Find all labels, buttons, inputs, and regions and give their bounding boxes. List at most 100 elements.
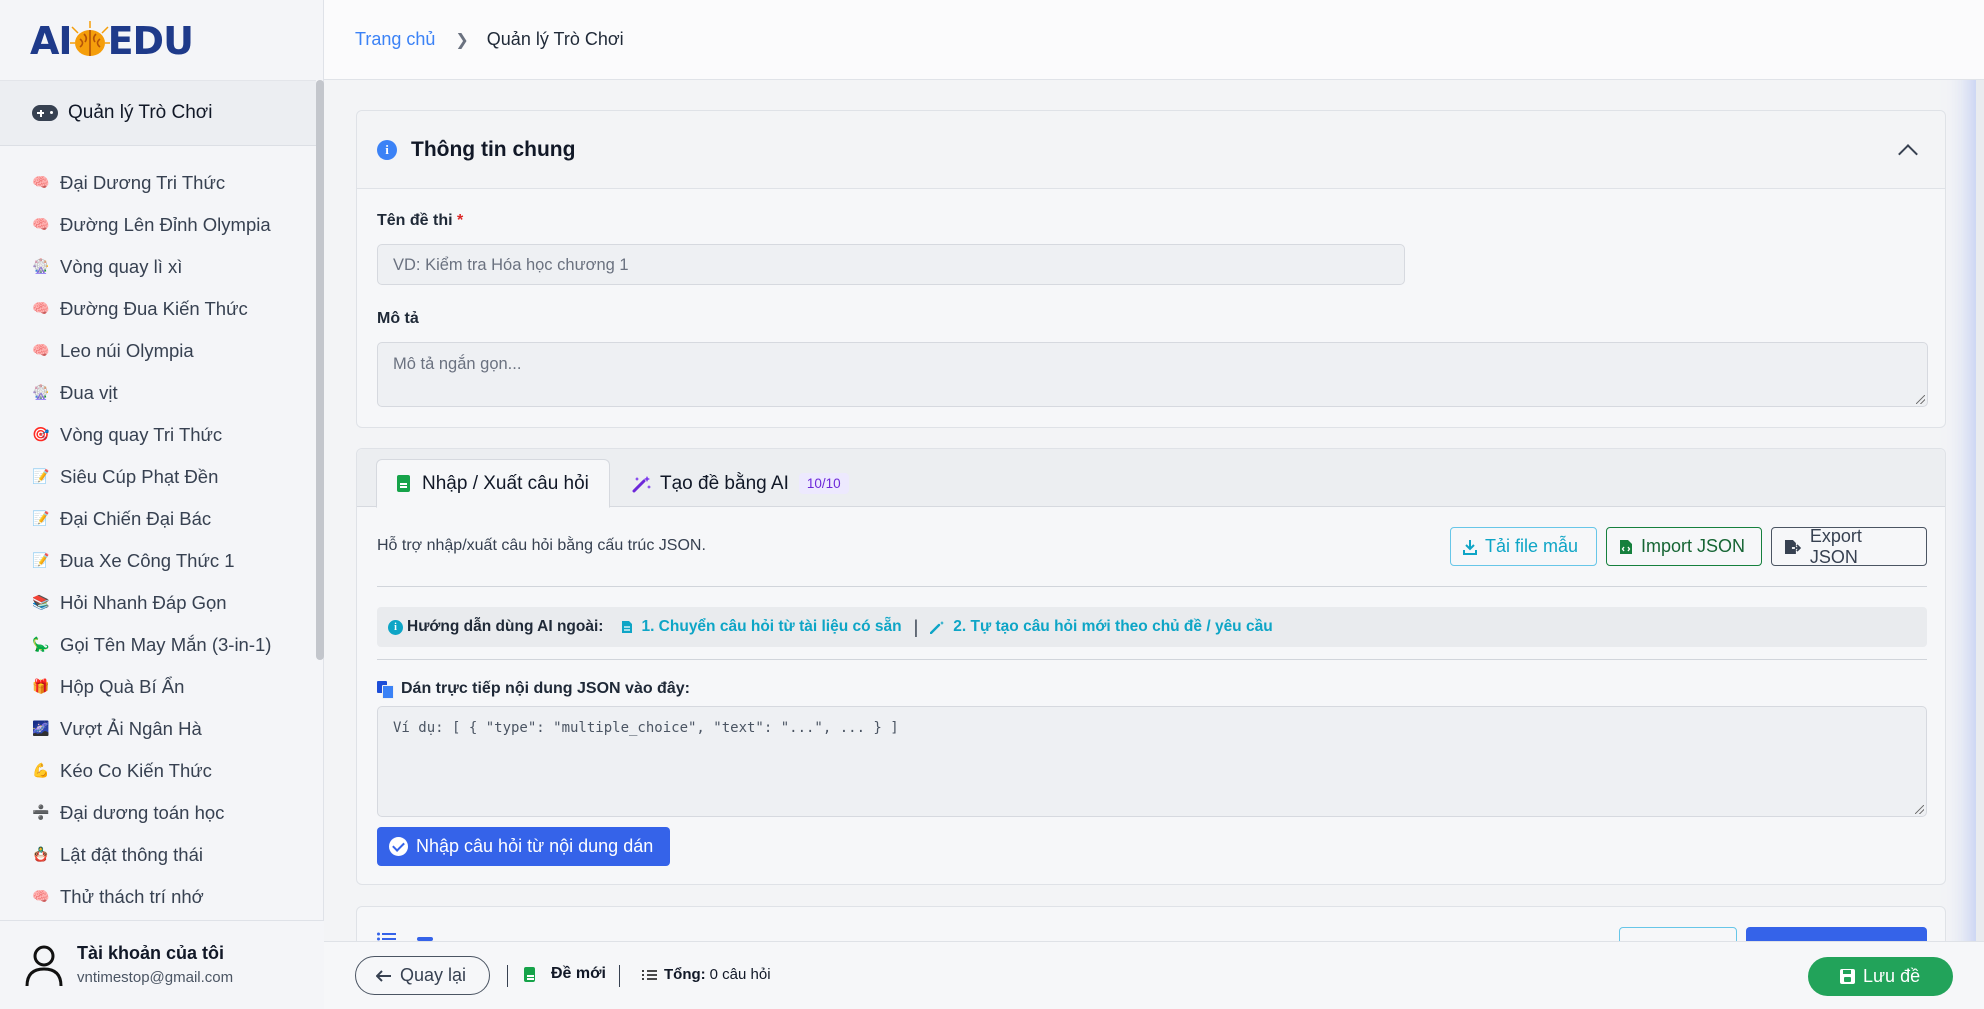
- sidebar-item-label: Đua Xe Công Thức 1: [60, 550, 235, 571]
- sidebar-item[interactable]: 🦕 Gọi Tên May Mắn (3-in-1): [0, 624, 316, 666]
- brain-logo-icon: [69, 21, 110, 56]
- paste-json-placeholder: Ví dụ: [ { "type": "multiple_choice", "t…: [393, 720, 899, 736]
- exam-name-label: Tên đề thi *: [377, 212, 463, 230]
- guide-link-generate[interactable]: 2. Tự tạo câu hỏi mới theo chủ đề / yêu …: [953, 618, 1272, 636]
- list-icon: [642, 969, 657, 980]
- tab-ai-generate[interactable]: Tạo đề bằng AI 10/10: [612, 459, 869, 508]
- sidebar-item[interactable]: 📝 Đua Xe Công Thức 1: [0, 540, 316, 582]
- ai-quota-badge: 10/10: [798, 473, 849, 494]
- sidebar-item[interactable]: 🎡 Vòng quay lì xì: [0, 246, 316, 288]
- chevron-up-icon[interactable]: [1898, 144, 1918, 164]
- brain-icon: 🧠: [32, 175, 50, 191]
- sidebar-item-label: Đường Lên Đỉnh Olympia: [60, 214, 271, 235]
- gamepad-icon: [32, 105, 58, 121]
- resize-handle-icon[interactable]: [1916, 395, 1925, 404]
- sidebar-item[interactable]: 💪 Kéo Co Kiến Thức: [0, 750, 316, 792]
- export-json-button[interactable]: Export JSON: [1771, 526, 1927, 567]
- magic-wand-icon: [930, 621, 945, 634]
- exam-name-label-text: Tên đề thi: [377, 212, 453, 229]
- general-info-header[interactable]: i Thông tin chung: [357, 111, 1945, 189]
- sidebar-header-label: Quản lý Trò Chơi: [68, 102, 213, 123]
- sidebar-item-label: Thử thách trí nhớ: [60, 886, 204, 907]
- back-button[interactable]: Quay lại: [355, 956, 490, 995]
- general-info-card: i Thông tin chung Tên đề thi * VD: Kiểm …: [356, 110, 1946, 428]
- divider: [507, 965, 508, 987]
- sidebar-item[interactable]: 📝 Đại Chiến Đại Bác: [0, 498, 316, 540]
- paste-json-textarea[interactable]: Ví dụ: [ { "type": "multiple_choice", "t…: [377, 706, 1927, 817]
- sidebar-item[interactable]: 🎯 Vòng quay Tri Thức: [0, 414, 316, 456]
- sidebar-item-label: Đua vịt: [60, 382, 118, 403]
- sidebar-item-label: Vòng quay lì xì: [60, 256, 183, 277]
- sidebar-item[interactable]: 🧠 Leo núi Olympia: [0, 330, 316, 372]
- wheel-icon: 🎡: [32, 385, 50, 401]
- memo-icon: 📝: [32, 469, 50, 485]
- doc-status-label: Đề mới: [551, 965, 606, 982]
- target-icon: 🎯: [32, 427, 50, 443]
- tab-import-export[interactable]: Nhập / Xuất câu hỏi: [376, 459, 610, 508]
- sidebar-item[interactable]: 🌌 Vượt Ải Ngân Hà: [0, 708, 316, 750]
- general-info-title: Thông tin chung: [411, 137, 576, 161]
- sidebar-item-label: Đại Dương Tri Thức: [60, 172, 226, 193]
- arrow-left-icon: [376, 969, 391, 982]
- import-pasted-label: Nhập câu hỏi từ nội dung dán: [416, 836, 654, 856]
- file-code-icon: [1620, 539, 1632, 554]
- app-window: AI EDU Quản lý Trò Chơi 🧠 Đại Dương Tri T…: [0, 0, 1984, 1009]
- import-pasted-button[interactable]: Nhập câu hỏi từ nội dung dán: [377, 827, 670, 866]
- divider: [619, 965, 620, 987]
- magic-wand-icon: [632, 475, 651, 492]
- memo-icon: 📝: [32, 511, 50, 527]
- sidebar-item-label: Đại dương toán học: [60, 802, 225, 823]
- tab-ai-generate-label: Tạo đề bằng AI: [660, 472, 789, 494]
- save-exam-button[interactable]: Lưu đề: [1808, 957, 1953, 996]
- sidebar-item[interactable]: 🎡 Đua vịt: [0, 372, 316, 414]
- sidebar-item-label: Kéo Co Kiến Thức: [60, 760, 212, 781]
- brain-icon: 🧠: [32, 343, 50, 359]
- memo-icon: 📝: [32, 553, 50, 569]
- import-json-button[interactable]: Import JSON: [1606, 527, 1762, 566]
- paste-json-label: Dán trực tiếp nội dung JSON vào đây:: [377, 680, 690, 699]
- guide-separator: |: [913, 616, 919, 637]
- sidebar-item[interactable]: 🧠 Đại Dương Tri Thức: [0, 162, 316, 204]
- sidebar-item[interactable]: 🪆 Lật đật thông thái: [0, 834, 316, 876]
- brain-icon: 🧠: [32, 217, 50, 233]
- sidebar-item[interactable]: 📚 Hỏi Nhanh Đáp Gọn: [0, 582, 316, 624]
- file-export-icon: [1784, 539, 1802, 554]
- sidebar-item[interactable]: ➗ Đại dương toán học: [0, 792, 316, 834]
- resize-handle-icon[interactable]: [1915, 805, 1924, 814]
- json-help-text: Hỗ trợ nhập/xuất câu hỏi bằng cấu trúc J…: [377, 537, 706, 554]
- download-template-button[interactable]: Tải file mẫu: [1450, 527, 1597, 566]
- sidebar-item[interactable]: 🧠 Đường Lên Đỉnh Olympia: [0, 204, 316, 246]
- file-icon: [397, 475, 410, 492]
- total-label: Tổng:: [664, 966, 706, 983]
- exam-name-input[interactable]: VD: Kiểm tra Hóa học chương 1: [377, 244, 1405, 285]
- brain-icon: 🧠: [32, 889, 50, 905]
- sidebar-item-label: Siêu Cúp Phạt Đền: [60, 466, 219, 487]
- sidebar-item[interactable]: 🎁 Hộp Quà Bí Ẩn: [0, 666, 316, 708]
- divide-icon: ➗: [32, 805, 50, 821]
- sidebar-item[interactable]: 📝 Siêu Cúp Phạt Đền: [0, 456, 316, 498]
- save-exam-label: Lưu đề: [1863, 966, 1921, 986]
- download-template-label: Tải file mẫu: [1485, 536, 1579, 556]
- brain-icon: 🧠: [32, 301, 50, 317]
- wheel-icon: 🎡: [32, 259, 50, 275]
- topbar: Trang chủ ❯ Quản lý Trò Chơi: [324, 0, 1984, 80]
- sidebar-item-label: Hộp Quà Bí Ẩn: [60, 676, 185, 697]
- account-panel[interactable]: Tài khoản của tôi vntimestop@gmail.com: [0, 920, 324, 1009]
- sidebar: AI EDU Quản lý Trò Chơi 🧠 Đại Dương Tri T…: [0, 0, 324, 1009]
- required-mark: *: [457, 212, 464, 229]
- description-textarea[interactable]: Mô tả ngắn gọn...: [377, 342, 1928, 407]
- logo-text-ai: AI: [30, 19, 73, 63]
- logo[interactable]: AI EDU: [30, 16, 194, 66]
- sidebar-header-games[interactable]: Quản lý Trò Chơi: [0, 80, 316, 146]
- sidebar-item[interactable]: 🧠 Đường Đua Kiến Thức: [0, 288, 316, 330]
- guide-link-convert[interactable]: 1. Chuyển câu hỏi từ tài liệu có sẵn: [641, 618, 901, 636]
- chevron-right-icon: ❯: [455, 31, 469, 49]
- sidebar-item[interactable]: 🧠 Thử thách trí nhớ: [0, 876, 316, 918]
- main-scrollbar[interactable]: [1976, 80, 1984, 941]
- import-json-label: Import JSON: [1641, 536, 1746, 556]
- sidebar-scrollbar[interactable]: [316, 80, 324, 660]
- divider: [377, 586, 1927, 587]
- breadcrumb-home[interactable]: Trang chủ: [355, 29, 435, 50]
- sidebar-item-label: Lật đật thông thái: [60, 844, 203, 865]
- info-icon: i: [388, 619, 403, 635]
